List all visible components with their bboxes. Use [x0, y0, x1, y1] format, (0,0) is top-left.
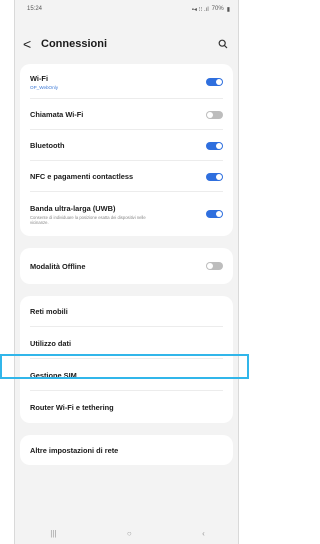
more-settings-card: Altre impostazioni di rete [20, 435, 233, 465]
battery-level: 70% [211, 6, 224, 12]
wifi-toggle[interactable] [206, 77, 223, 86]
offline-card: Modalità Offline [20, 248, 233, 284]
page-header: < Connessioni [15, 26, 238, 62]
nfc-label: NFC e pagamenti contactless [30, 172, 134, 181]
data-usage-row[interactable]: Utilizzo dati [20, 327, 233, 359]
uwb-row[interactable]: Banda ultra-larga (UWB) Consente di indi… [20, 192, 233, 236]
hotspot-tethering-row[interactable]: Router Wi-Fi e tethering [20, 391, 233, 423]
data-usage-label: Utilizzo dati [30, 338, 72, 348]
bluetooth-toggle[interactable] [206, 141, 223, 150]
status-indicator-icons: ▪◂ ⁝⁝ .ıl [191, 6, 209, 13]
uwb-description: Consente di individuare la posizione esa… [30, 214, 146, 225]
network-card: Reti mobili Utilizzo dati Gestione SIM R… [20, 296, 233, 423]
recent-apps-icon[interactable]: ||| [50, 529, 56, 538]
wifi-network-name: OP_WebOnly [30, 84, 58, 90]
navigation-bar: ||| ○ ‹ [15, 522, 238, 544]
search-icon[interactable] [216, 37, 230, 51]
mobile-networks-label: Reti mobili [30, 307, 68, 316]
status-bar: 15:24 ▪◂ ⁝⁝ .ıl 70% ▮ [15, 0, 238, 18]
nfc-toggle[interactable] [206, 172, 223, 181]
uwb-label: Banda ultra-larga (UWB) [30, 203, 116, 213]
page-title: Connessioni [41, 38, 108, 50]
phone-screen: 15:24 ▪◂ ⁝⁝ .ıl 70% ▮ < Connessioni Wi-F… [14, 0, 239, 544]
offline-mode-toggle[interactable] [206, 262, 223, 270]
status-icons: ▪◂ ⁝⁝ .ıl 70% ▮ [192, 6, 230, 13]
back-icon[interactable]: ‹ [202, 529, 205, 538]
mobile-networks-row[interactable]: Reti mobili [20, 296, 233, 327]
wifi-label: Wi-Fi [30, 73, 48, 83]
wifi-calling-label: Chiamata Wi-Fi [30, 110, 84, 119]
home-icon[interactable]: ○ [127, 529, 132, 538]
offline-mode-row[interactable]: Modalità Offline [20, 248, 233, 284]
sim-manager-label: Gestione SIM [30, 370, 77, 380]
status-time: 15:24 [27, 6, 43, 12]
battery-icon: ▮ [226, 6, 230, 13]
offline-mode-label: Modalità Offline [30, 261, 86, 271]
chevron-left-icon[interactable]: < [23, 36, 37, 52]
wifi-calling-toggle[interactable] [206, 110, 223, 119]
uwb-toggle[interactable] [206, 210, 223, 218]
bluetooth-label: Bluetooth [30, 141, 65, 150]
hotspot-tethering-label: Router Wi-Fi e tethering [30, 402, 114, 412]
wifi-row[interactable]: Wi-Fi OP_WebOnly [20, 64, 233, 99]
sim-manager-row[interactable]: Gestione SIM [20, 359, 233, 391]
nfc-row[interactable]: NFC e pagamenti contactless [20, 161, 233, 192]
wifi-calling-row[interactable]: Chiamata Wi-Fi [20, 99, 233, 130]
bluetooth-row[interactable]: Bluetooth [20, 130, 233, 161]
more-network-settings-label: Altre impostazioni di rete [30, 445, 119, 455]
more-network-settings-row[interactable]: Altre impostazioni di rete [20, 435, 233, 465]
connections-card: Wi-Fi OP_WebOnly Chiamata Wi-Fi Bluetoot… [20, 64, 233, 236]
